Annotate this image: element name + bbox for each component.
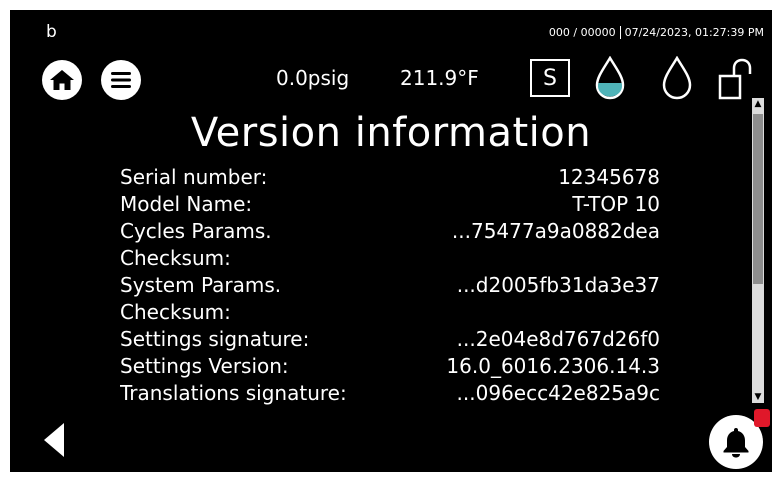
temperature-reading: 211.9°F [400,66,479,90]
scroll-down-arrow-icon[interactable]: ▼ [752,391,764,403]
home-icon [50,70,74,90]
info-row-translations-signature: Translations signature: ...096ecc42e825a… [120,381,660,405]
info-label: Model Name: [120,192,253,216]
info-label: Checksum: [120,300,231,324]
info-label: Settings signature: [120,327,310,351]
info-row-system-params: System Params. ...d2005fb31da3e37 [120,273,660,300]
info-row-system-checksum: Checksum: [120,300,660,327]
scroll-up-arrow-icon[interactable]: ▲ [752,98,764,110]
info-row-cycles-params: Cycles Params. ...75477a9a0882dea [120,219,660,246]
version-info-list: Serial number: 12345678 Model Name: T-TO… [120,165,660,405]
info-row-settings-signature: Settings signature: ...2e04e8d767d26f0 [120,327,660,354]
info-label: Serial number: [120,165,268,189]
mode-letter: S [543,65,557,91]
info-value: ...75477a9a0882dea [451,219,660,243]
corner-label: b [46,22,57,42]
info-value: ...2e04e8d767d26f0 [456,327,660,351]
menu-icon [111,72,131,88]
info-row-cycles-checksum: Checksum: [120,246,660,273]
info-row-settings-version: Settings Version: 16.0_6016.2306.14.3 [120,354,660,381]
info-row-model-name: Model Name: T-TOP 10 [120,192,660,219]
info-label: System Params. [120,273,282,297]
info-row-serial-number: Serial number: 12345678 [120,165,660,192]
device-screen: b 000 / 00000 07/24/2023, 01:27:39 PM 0.… [10,10,772,472]
notification-badge [754,409,770,427]
cycle-counter: 000 / 00000 [548,26,616,39]
scrollbar[interactable]: ▲ ▼ [752,98,764,403]
back-button[interactable] [40,420,68,464]
info-label: Settings Version: [120,354,289,378]
scroll-thumb[interactable] [753,114,763,284]
info-value: 16.0_6016.2306.14.3 [446,354,660,378]
status-divider [619,26,621,39]
info-label: Checksum: [120,246,231,270]
info-label: Cycles Params. [120,219,272,243]
water-drop-outline-icon [662,56,692,100]
bell-icon [723,428,749,458]
menu-button[interactable] [101,60,141,100]
unlocked-padlock-icon [718,58,752,100]
info-value: ...096ecc42e825a9c [456,381,660,405]
info-value: ...d2005fb31da3e37 [456,273,660,297]
back-arrow-icon [44,423,64,457]
info-label: Translations signature: [120,381,347,405]
mode-s-indicator[interactable]: S [530,59,570,97]
pressure-reading: 0.0psig [276,66,350,90]
status-line: 000 / 00000 07/24/2023, 01:27:39 PM [549,26,764,39]
water-drop-filled-icon [595,56,625,100]
home-button[interactable] [42,60,82,100]
page-title: Version information [190,110,592,156]
info-value: 12345678 [558,165,660,189]
info-value: T-TOP 10 [572,192,660,216]
date-time: 07/24/2023, 01:27:39 PM [624,26,764,39]
